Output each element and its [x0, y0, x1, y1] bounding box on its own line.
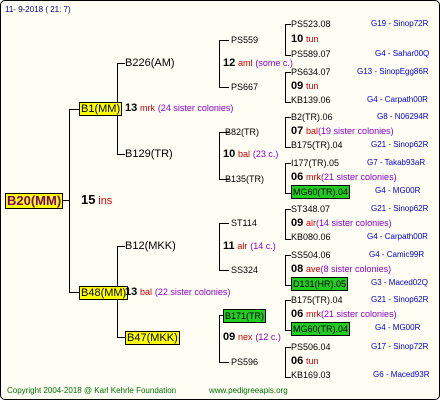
gen-line: 10 tun	[291, 33, 319, 45]
origin-tag: G4 - Carpath00R	[367, 232, 428, 241]
origin-tag: G3 - Maced02Q	[371, 278, 428, 287]
connector	[285, 72, 286, 102]
origin-tag: G21 - Sinop62R	[371, 204, 429, 213]
queen-ps523[interactable]: PS523.08	[291, 18, 331, 30]
queen-kb139[interactable]: KB139.06	[291, 94, 331, 106]
origin-tag: G4 - Carpath00R	[367, 95, 428, 104]
origin-tag: G7 - Takab93aR	[367, 158, 426, 167]
gen09-nex: 09 nex (12 c.)	[223, 331, 281, 343]
queen-d131[interactable]: D131(HR).05	[291, 277, 349, 291]
origin-tag: G4 - Sahar00Q	[375, 49, 430, 58]
queen-b129[interactable]: B129(TR)	[125, 148, 173, 160]
connector	[117, 246, 125, 247]
origin-tag: G6 - Maced93R	[373, 370, 430, 379]
queen-ps589[interactable]: PS589.07	[291, 48, 331, 60]
queen-b175[interactable]: B175(TR).04	[291, 139, 343, 151]
origin-tag: G4 - MG00R	[375, 186, 421, 195]
origin-tag: G21 - Sinop62R	[371, 140, 429, 149]
origin-tag: G4 - MG00R	[375, 323, 421, 332]
gen10-bal: 10 bal (23 c.)	[223, 148, 279, 160]
connector	[219, 315, 220, 362]
origin-tag: G17 - Sinop72R	[371, 342, 429, 351]
connector	[285, 117, 286, 147]
pedigree-panel: 11- 9-2018 ( 21: 7) Copyright 2004-2018 …	[0, 0, 440, 400]
root-queen[interactable]: B20(MM)	[5, 193, 64, 209]
connector	[285, 347, 286, 377]
origin-tag: G4 - Camic99R	[369, 250, 425, 259]
gen-line: 07 bal(19 sister colonies)	[291, 125, 394, 137]
queen-b226[interactable]: B226(AM)	[125, 57, 175, 69]
queen-st348[interactable]: ST348.07	[291, 203, 330, 215]
connector	[285, 209, 286, 239]
connector	[219, 223, 220, 270]
gen11-alr: 11 alr (14 c.)	[223, 240, 276, 252]
origin-tag: G19 - Sinop72R	[371, 19, 429, 28]
queen-b48[interactable]: B48(MM)	[79, 286, 129, 300]
gen13-b: 13 bal (22 sister colonies)	[125, 286, 231, 298]
gen-line: 09 tun	[291, 80, 319, 92]
queen-b2[interactable]: B2(TR).06	[291, 111, 333, 123]
queen-ps559[interactable]: PS559	[231, 34, 258, 46]
connector	[285, 24, 286, 55]
connector	[219, 223, 229, 224]
queen-ps506[interactable]: PS506.04	[291, 341, 331, 353]
origin-tag: G8 - N06294R	[377, 112, 429, 121]
queen-b175-b[interactable]: B175(TR).04	[291, 294, 343, 306]
root-generation: 15 ins	[81, 192, 113, 208]
connector	[219, 362, 229, 363]
gen13-a: 13 mrk (24 sister colonies)	[125, 102, 234, 114]
queen-b12[interactable]: B12(MKK)	[125, 240, 176, 252]
queen-mg60[interactable]: MG60(TR).04	[291, 185, 351, 199]
gen-line: 09 alr(14 sister colonies)	[291, 217, 392, 229]
connector	[219, 132, 220, 179]
gen12-aml: 12 aml (some c.)	[223, 57, 293, 69]
queen-ps596[interactable]: PS596	[231, 356, 258, 368]
origin-tag: G13 - SinopEgg86R	[357, 67, 429, 76]
gen-line: 08 ave(8 sister colonies)	[291, 263, 392, 275]
queen-b47[interactable]: B47(MKK)	[125, 331, 180, 345]
copyright-text: Copyright 2004-2018 @ Karl Kehrle Founda…	[7, 386, 177, 395]
website-link[interactable]: www.pedigreeapis.org	[209, 385, 288, 397]
queen-b82[interactable]: B82(TR)	[225, 126, 259, 138]
connector	[219, 87, 229, 88]
gen-line: 06 mrk(21 sister colonies)	[291, 171, 397, 183]
queen-b1[interactable]: B1(MM)	[79, 102, 123, 116]
connector	[285, 255, 286, 285]
connector	[69, 292, 79, 293]
connector	[219, 40, 220, 87]
queen-ps667[interactable]: PS667	[231, 81, 258, 93]
queen-b171[interactable]: B171(TR)	[223, 309, 267, 323]
connector	[63, 200, 70, 201]
connector	[219, 40, 229, 41]
queen-ss504[interactable]: SS504.06	[291, 249, 331, 261]
connector	[117, 337, 125, 338]
queen-st114[interactable]: ST114	[231, 217, 257, 229]
origin-tag: G21 - Sinop62R	[371, 295, 429, 304]
queen-ps634[interactable]: PS634.07	[291, 66, 331, 78]
connector	[219, 270, 229, 271]
queen-kb169[interactable]: KB169.03	[291, 369, 331, 381]
gen-line: 06 tun	[291, 355, 319, 367]
connector	[285, 300, 286, 330]
gen-line: 06 mrk(21 sister colonies)	[291, 308, 397, 320]
connector	[117, 63, 125, 64]
queen-kb080[interactable]: KB080.06	[291, 231, 331, 243]
queen-mg60-b[interactable]: MG60(TR).04	[291, 322, 351, 336]
timestamp: 11- 9-2018 ( 21: 7)	[5, 5, 71, 14]
connector	[69, 109, 79, 110]
queen-b135[interactable]: B135(TR)	[225, 173, 264, 185]
queen-ss324[interactable]: SS324	[231, 264, 258, 276]
connector	[117, 154, 125, 155]
connector	[285, 163, 286, 193]
queen-i177[interactable]: I177(TR).05	[291, 157, 339, 169]
